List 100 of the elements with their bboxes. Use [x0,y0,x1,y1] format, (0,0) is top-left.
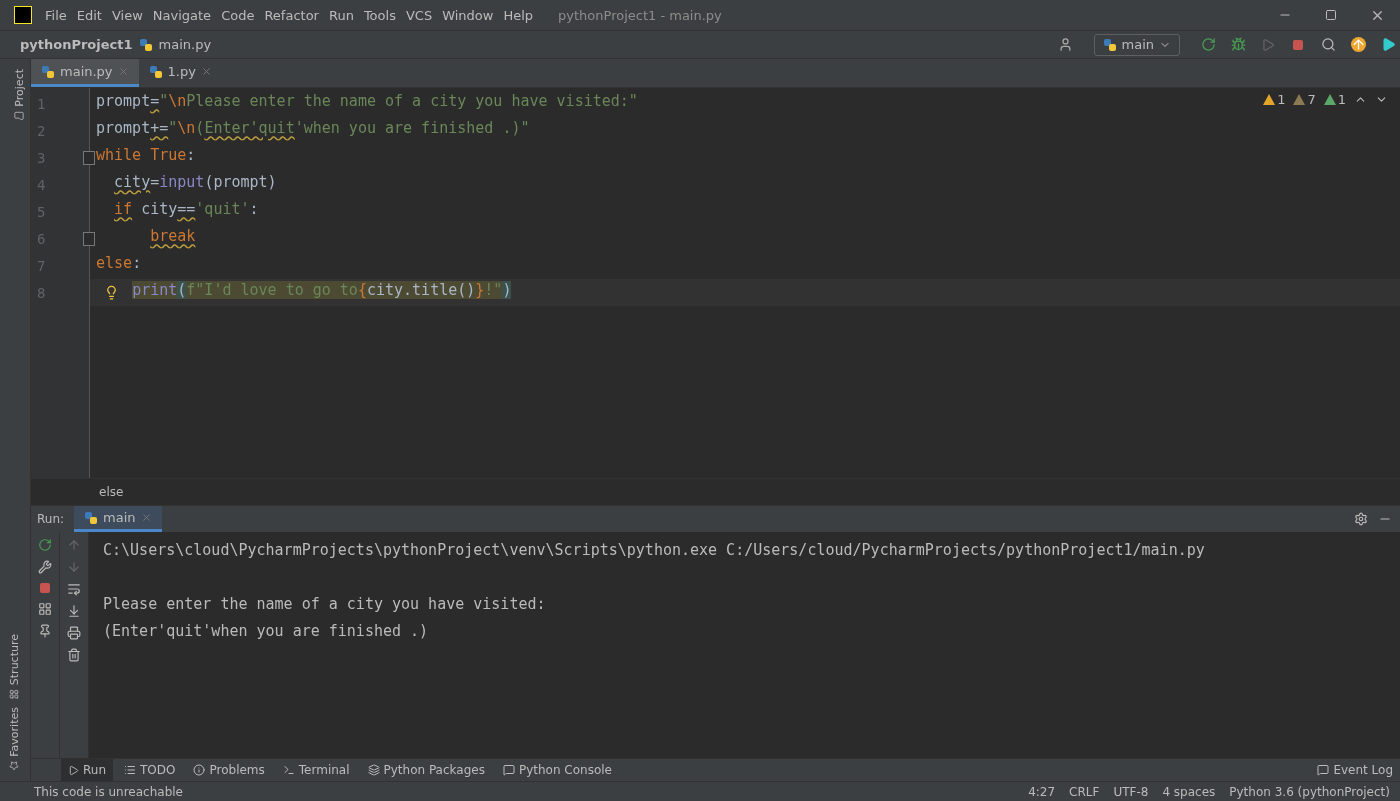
file-breadcrumb[interactable]: main.py [158,37,212,52]
menu-item[interactable]: Code [216,7,260,23]
status-item[interactable]: Python 3.6 (pythonProject) [1229,784,1390,799]
project-tool-button[interactable]: Project [8,65,30,125]
python-file-icon [138,37,153,52]
code-token: prompt [96,92,151,112]
code-token: city [113,173,151,193]
list-icon [124,764,136,776]
python-file-icon [41,64,55,79]
settings-icon[interactable] [1354,512,1368,526]
trash-icon[interactable] [67,648,81,662]
code-token: while True [96,146,187,166]
code-token: ) [502,281,512,301]
inspection-count[interactable]: 1 [1263,92,1286,107]
code-token: = [150,92,160,112]
menu-item[interactable]: VCS [400,7,438,23]
menu-item[interactable]: View [106,7,148,23]
status-item[interactable]: 4:27 [1028,784,1056,799]
console-output: (Enter'quit'when you are finished .) [103,621,430,642]
speech-bubble-icon [1317,764,1330,776]
status-item[interactable]: UTF-8 [1113,784,1149,799]
run-tab[interactable]: main [74,506,162,532]
pin-icon[interactable] [38,624,52,638]
editor-tab[interactable]: 1.py [138,59,222,87]
code-token: : [249,200,259,220]
status-item[interactable]: 4 spaces [1162,784,1216,799]
menu-item[interactable]: Window [437,7,499,23]
tool-window-button[interactable]: TODO [117,759,183,781]
menu-item[interactable]: File [40,7,72,23]
code-token: Please enter the name of a city you have visited:" [186,92,638,112]
tool-window-button[interactable]: Run [61,759,113,781]
code-token: break [149,227,196,247]
project-breadcrumb[interactable]: pythonProject1 [20,37,133,52]
window-title: pythonProject1 - main.py [558,7,723,23]
tool-window-button[interactable]: Python Packages [360,759,492,781]
menu-item[interactable]: Refactor [259,7,324,23]
code-token: f"I'd love to go to [186,281,358,301]
play-icon [68,764,79,776]
code-token: \n [177,119,196,139]
code-token: += [150,119,169,139]
print-icon[interactable] [67,626,81,640]
wrench-icon[interactable] [38,560,52,574]
status-message: This code is unreachable [34,784,183,799]
event-log-button[interactable]: Event Log [1310,759,1400,781]
code-token: else [96,254,133,274]
code-token: 'when you are finished .)" [294,119,530,139]
fold-marker-icon[interactable] [83,231,95,246]
code-token: ( [195,119,205,139]
code-token: city.title() [366,281,476,301]
lightbulb-icon[interactable] [104,285,119,300]
menu-item[interactable]: Help [498,7,539,23]
code-token: 'quit' [195,200,250,220]
structure-tool-button[interactable]: Structure [8,630,21,704]
editor-tab[interactable]: main.py [31,59,139,87]
maximize-icon[interactable] [1325,9,1337,21]
layout-icon[interactable] [38,602,52,616]
terminal-icon [282,764,295,776]
status-item[interactable]: CRLF [1069,784,1100,799]
folder-icon [14,110,24,121]
code-token: city [140,200,178,220]
code-token: " [159,92,169,112]
run-label: Run: [37,512,65,526]
code-token: print [131,281,178,301]
code-token: : [186,146,196,166]
tool-window-button[interactable]: Problems [186,759,272,781]
code-token: Enter'quit [204,119,295,139]
console-output: Please enter the name of a city you have visited: [103,594,547,615]
python-file-icon [148,64,163,79]
fold-marker-icon[interactable] [83,150,95,165]
python-file-icon [84,510,99,525]
tool-window-button[interactable]: Python Console [495,759,619,781]
code-token: \n [168,92,187,112]
scroll-to-end-icon[interactable] [67,604,81,618]
code-token: (prompt) [204,173,277,193]
info-icon [193,764,206,776]
menu-item[interactable]: Tools [358,7,401,23]
code-token: if [113,200,133,220]
code-token: == [177,200,196,220]
code-token: { [357,281,367,301]
menu-item[interactable]: Run [323,7,359,23]
menu-item[interactable]: Edit [71,7,107,23]
code-token: ( [177,281,187,301]
inspection-count[interactable]: 7 [1293,92,1316,107]
code-token: = [150,173,160,193]
favorites-tool-button[interactable]: Favorites [8,703,21,775]
star-icon [9,761,20,771]
run-configuration-dropdown[interactable]: main [1093,33,1180,56]
grid-icon [9,689,20,700]
stop-icon[interactable] [39,582,51,594]
code-breadcrumb[interactable]: else [99,485,124,499]
code-token: : [132,254,142,274]
menu-item[interactable]: Navigate [147,7,217,23]
code-token: " [168,119,178,139]
layers-icon [367,764,380,776]
inspection-count[interactable]: 1 [1323,92,1346,107]
code-token: prompt [96,119,151,139]
wrap-icon[interactable] [67,582,81,596]
tool-window-button[interactable]: Terminal [275,759,357,781]
rerun-icon[interactable] [38,538,52,552]
code-token: input [159,173,205,193]
